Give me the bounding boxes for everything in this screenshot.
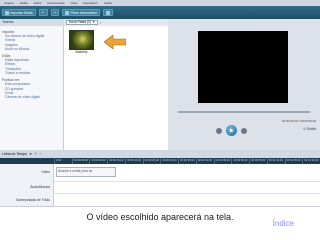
timeline-view-toggle[interactable]: Linha do Tempo — [2, 152, 27, 156]
toolbar: Importar Mídia ↶ ↷ Filme Automático — [0, 6, 320, 19]
import-media-button[interactable]: Importar Mídia — [2, 9, 36, 16]
view-options-button[interactable] — [103, 9, 114, 16]
undo-icon: ↶ — [41, 10, 45, 15]
zoom-out-icon[interactable]: − — [40, 152, 42, 156]
split-icon: ⎘ — [303, 127, 306, 131]
collection-pane: Butterfly — [64, 26, 168, 150]
view-icon — [106, 10, 111, 15]
preview-area: 00:00:00,00 / 00:00:05,00 ⎘ Dividir — [168, 19, 320, 150]
tasks-pane: Importar Da câmera de vídeo digital Víde… — [0, 26, 64, 150]
title-track-label: Sobreposição de Título — [16, 198, 50, 202]
video-drop-zone[interactable]: Arraste a mídia para cá — [56, 167, 116, 177]
chevron-down-icon: ▾ — [93, 20, 95, 24]
audio-track-label: Áudio/Música — [30, 185, 50, 189]
chevron-down-icon[interactable]: ▾ — [30, 152, 32, 156]
pointer-arrow-icon — [104, 35, 126, 49]
play-button[interactable] — [226, 125, 237, 136]
tasks-header: Tarefas — [0, 19, 64, 26]
preview-seek-bar[interactable] — [178, 111, 310, 113]
play-icon — [230, 128, 234, 133]
preview-screen — [198, 31, 288, 103]
playback-controls — [216, 125, 247, 136]
media-clip[interactable]: Butterfly — [69, 30, 94, 55]
task-link[interactable]: Áudio ou Música — [2, 47, 61, 51]
folder-up-icon[interactable]: ↑ — [100, 21, 102, 25]
timeline-toolbar: Linha do Tempo ▾ + − — [0, 150, 320, 158]
video-track-label: Vídeo — [41, 170, 50, 174]
previous-frame-button[interactable] — [216, 127, 222, 134]
film-icon — [65, 10, 70, 15]
clip-thumbnail[interactable] — [69, 30, 94, 50]
video-track[interactable]: Arraste a mídia para cá — [54, 164, 320, 182]
task-link[interactable]: Câmera de vídeo digital — [2, 95, 61, 99]
auto-movie-label: Filme Automático — [70, 10, 98, 15]
collection-dropdown-value: Nova Pasta (2) — [69, 20, 91, 24]
title-overlay-track[interactable] — [54, 193, 320, 206]
undo-button[interactable]: ↶ — [38, 9, 48, 16]
split-button[interactable]: ⎘ Dividir — [303, 127, 316, 131]
timeline-tracks: Vídeo Áudio/Música Sobreposição de Títul… — [0, 164, 320, 206]
movie-maker-window: Arquivo Editar Exibir Ferramentas Clipe … — [0, 0, 320, 207]
import-media-label: Importar Mídia — [10, 10, 33, 15]
split-label: Dividir — [306, 127, 316, 131]
zoom-in-icon[interactable]: + — [35, 152, 37, 156]
collection-bar: Nova Pasta (2) ▾ ↑ — [64, 19, 168, 26]
collection-dropdown[interactable]: Nova Pasta (2) ▾ — [66, 20, 98, 25]
auto-movie-button[interactable]: Filme Automático — [62, 9, 101, 16]
index-link[interactable]: Índice — [273, 219, 294, 228]
next-frame-button[interactable] — [241, 127, 247, 134]
redo-icon: ↷ — [53, 10, 57, 15]
redo-button[interactable]: ↷ — [50, 9, 60, 16]
task-link[interactable]: Títulos e créditos — [2, 71, 61, 75]
clip-label: Butterfly — [75, 50, 88, 54]
import-icon — [5, 10, 9, 15]
time-readout: 00:00:00,00 / 00:00:05,00 — [281, 119, 316, 123]
track-labels: Vídeo Áudio/Música Sobreposição de Títul… — [0, 164, 54, 206]
